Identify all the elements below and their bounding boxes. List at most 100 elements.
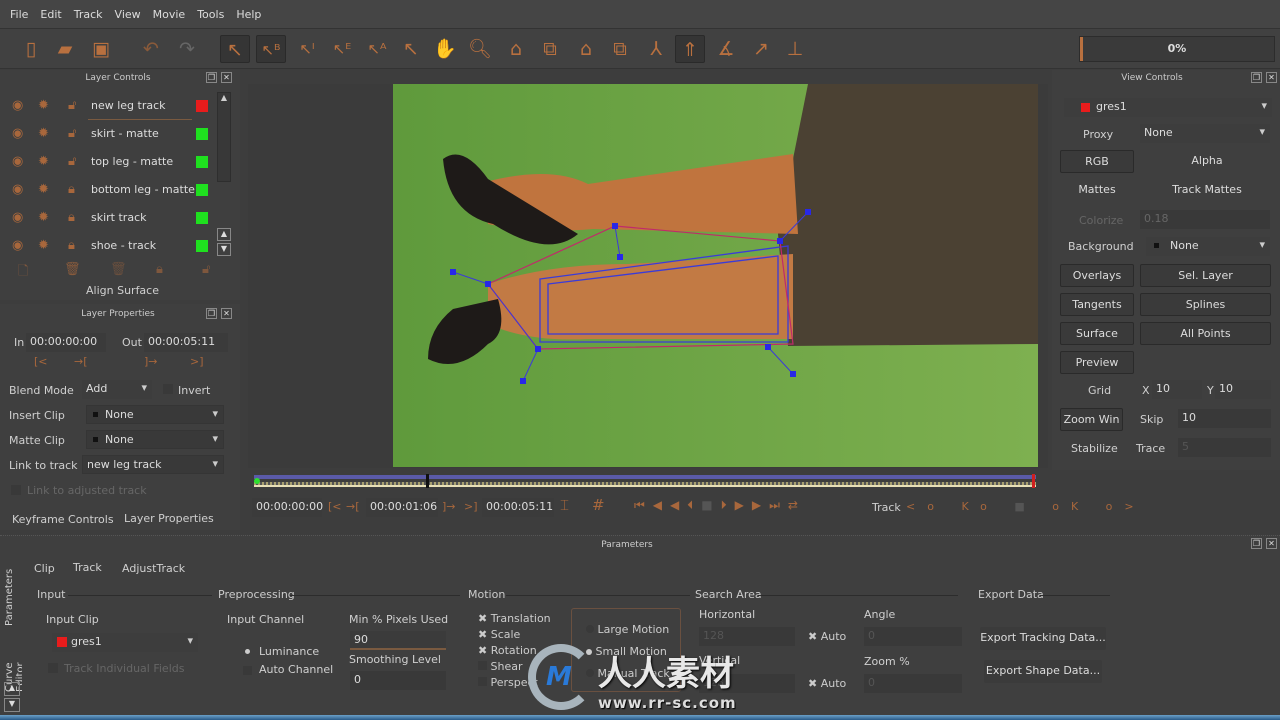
layer-color-swatch[interactable] [196,156,208,168]
export-tracking-data-button[interactable]: Export Tracking Data... [980,627,1106,650]
float-icon[interactable]: ❐ [1251,538,1262,549]
current-frame-field[interactable]: 00:00:01:06 [366,498,438,517]
blend-mode-select[interactable]: Add [82,380,152,399]
eye-off-icon[interactable]: ◉ [12,210,23,225]
menu-file[interactable]: File [0,0,34,21]
layer-color-swatch[interactable] [196,100,208,112]
pick-i-tool-icon[interactable]: ↖ᴵ [292,35,322,63]
matte-clip-select[interactable]: None [86,430,224,449]
lock-icon[interactable]: 🔓︎ [68,98,76,113]
in-point-field[interactable]: 00:00:00:00 [26,333,106,352]
overlays-button[interactable]: Overlays [1060,264,1134,287]
tangents-button[interactable]: Tangents [1060,293,1134,316]
gear-icon[interactable]: ✹ [38,98,49,113]
timeline-bar[interactable] [254,474,1036,490]
translation-checkbox[interactable]: ✖ Translation [478,612,551,625]
gear-off-icon[interactable]: ✹ [38,126,49,141]
lock-icon[interactable]: 🔓︎ [68,126,76,141]
close-icon[interactable]: ✕ [1266,72,1277,83]
out-point-field[interactable]: 00:00:05:11 [144,333,228,352]
invert-checkbox[interactable] [163,384,173,394]
go-to-out-icon[interactable]: >] [464,500,478,513]
zoom-win-button[interactable]: Zoom Win [1060,408,1123,431]
x-spline-tool-icon[interactable]: ⌂ [501,35,531,63]
export-shape-data-button[interactable]: Export Shape Data... [984,660,1102,683]
set-in-icon[interactable]: →[ [74,355,88,368]
fit-range-icon[interactable]: ⌶ [560,496,569,514]
hand-tool-icon[interactable]: ✋ [430,35,460,63]
layer-row[interactable]: ◉ ✹ 🔓︎ top leg - matte [8,148,214,176]
align-tool-icon[interactable]: ∡ [711,35,741,63]
undo-icon[interactable]: ↶ [136,35,166,63]
zoom-tool-icon[interactable]: 🔍︎ [465,35,495,63]
gear-off-icon[interactable]: ✹ [38,238,49,253]
set-out-icon[interactable]: ]→ [442,500,456,513]
set-out-icon[interactable]: ]→ [144,355,158,368]
vertical-auto-checkbox[interactable]: ✖ Auto [808,677,846,690]
menu-help[interactable]: Help [230,0,267,21]
redo-icon[interactable]: ↷ [172,35,202,63]
float-icon[interactable]: ❐ [206,308,217,319]
unlock-all-icon[interactable]: 🔓︎ [202,262,210,277]
lock-icon[interactable]: 🔒︎ [68,238,75,253]
lock-all-icon[interactable]: 🔒︎ [156,262,163,277]
track-mattes-button[interactable]: Track Mattes [1142,179,1272,202]
delete-layer-icon[interactable]: 🗑 [64,262,81,277]
layer-color-swatch[interactable] [196,184,208,196]
mattes-button[interactable]: Mattes [1060,179,1134,202]
tab-adjust-track[interactable]: AdjustTrack [122,562,185,575]
pick-e-tool-icon[interactable]: ↖ᴱ [327,35,357,63]
timeline-end-field[interactable]: 00:00:05:11 [482,498,554,517]
tab-track[interactable]: Track [73,561,102,574]
tab-keyframe-controls[interactable]: Keyframe Controls [12,513,114,526]
menu-movie[interactable]: Movie [147,0,192,21]
playback-controls[interactable]: ⏮◀◀⏴■⏵▶▶⏭⇄ [634,498,806,513]
scroll-down-button[interactable]: ▼ [217,243,231,256]
axis-tool-icon[interactable]: ⊥ [780,35,810,63]
side-scroll-down[interactable]: ▼ [4,698,20,712]
close-icon[interactable]: ✕ [221,308,232,319]
layer-row[interactable]: ◉ ✹ 🔓︎ new leg track [8,92,214,120]
out-marker[interactable] [1032,474,1035,488]
horizontal-auto-checkbox[interactable]: ✖ Auto [808,630,846,643]
gear-off-icon[interactable]: ✹ [38,154,49,169]
trace-field[interactable]: 5 [1178,438,1271,457]
transform-tool-icon[interactable]: ↗ [746,35,776,63]
add-bezier-tool-icon[interactable]: ⧉ [605,35,635,63]
pick-tool-icon[interactable]: ↖ [220,35,250,63]
gear-off-icon[interactable]: ✹ [38,210,49,225]
eye-icon[interactable]: ◉ [12,126,23,141]
add-point-tool-icon[interactable]: ↖ [396,35,426,63]
menu-view[interactable]: View [109,0,147,21]
pick-b-tool-icon[interactable]: ↖ᴮ [256,35,286,63]
menu-edit[interactable]: Edit [34,0,67,21]
viewer[interactable] [248,84,1048,468]
zoom-field[interactable]: 0 [864,674,962,693]
tab-clip[interactable]: Clip [34,562,55,575]
colorize-field[interactable]: 0.18 [1140,210,1270,229]
magnetic-tool-icon[interactable]: ⅄ [641,35,671,63]
in-marker[interactable] [254,478,260,484]
grid-y-field[interactable]: 10 [1215,380,1271,399]
lock-icon[interactable]: 🔒︎ [68,210,75,225]
tab-layer-properties[interactable]: Layer Properties [124,512,214,525]
luminance-radio[interactable] [245,649,250,654]
link-to-track-select[interactable]: new leg track [82,455,224,474]
eye-icon[interactable]: ◉ [12,154,23,169]
angle-field[interactable]: 0 [864,627,962,646]
large-motion-radio[interactable]: Large Motion [586,623,669,636]
side-scroll-up[interactable]: ▲ [4,682,20,696]
layer-row[interactable]: ◉ ✹ 🔒︎ skirt track [8,204,214,232]
layer-row[interactable]: ◉ ✹ 🔒︎ shoe - track [8,232,214,258]
new-file-icon[interactable]: ▯ [16,35,46,63]
grid-x-field[interactable]: 10 [1152,380,1202,399]
bezier-tool-icon[interactable]: ⌂ [571,35,601,63]
frame-grid-icon[interactable]: # [592,496,605,514]
all-points-button[interactable]: All Points [1140,322,1271,345]
new-layer-icon[interactable]: 🗋 [18,262,28,284]
gear-off-icon[interactable]: ✹ [38,182,49,197]
auto-channel-radio[interactable] [243,666,252,675]
layer-color-swatch[interactable] [196,240,208,252]
timeline-start-field[interactable]: 00:00:00:00 [252,498,323,517]
go-to-out-icon[interactable]: >] [190,355,204,368]
